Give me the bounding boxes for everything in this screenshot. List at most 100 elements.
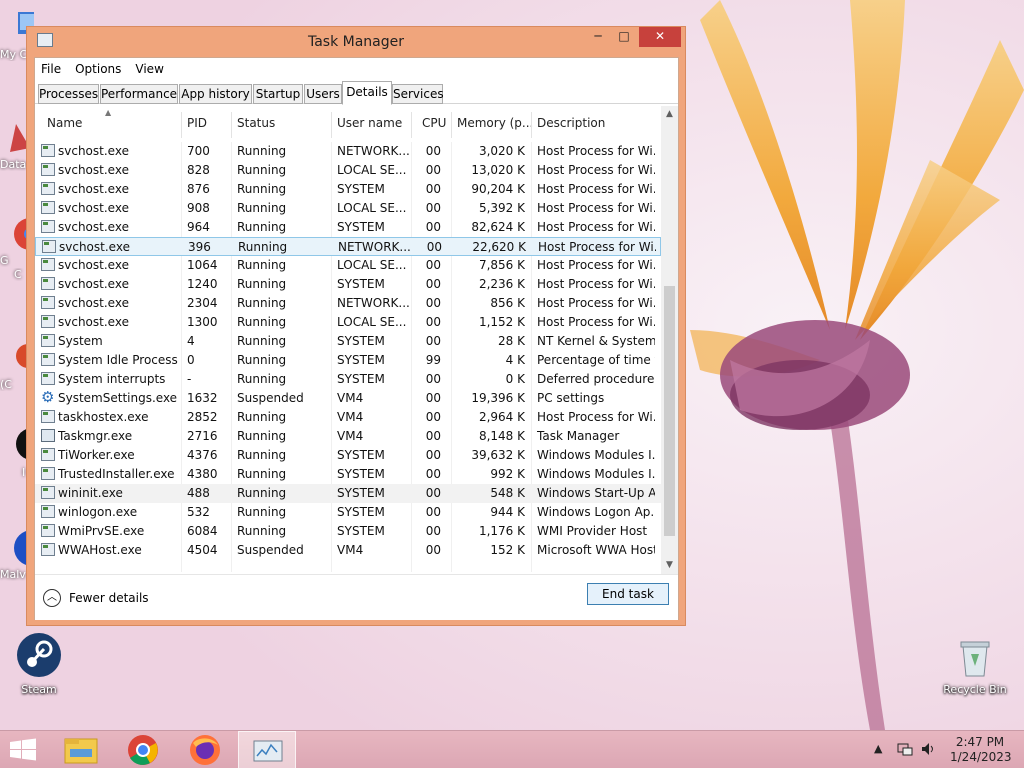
process-name: System — [58, 334, 103, 348]
table-row[interactable]: WmiPrvSE.exe 6084 Running SYSTEM 00 1,176 K WM… — [35, 522, 661, 541]
table-row[interactable]: wininit.exe 488 Running SYSTEM 00 548 K Window… — [35, 484, 661, 503]
table-row[interactable]: taskhostex.exe 2852 Running VM4 00 2,964 K Hos… — [35, 408, 661, 427]
process-memory: 1,152 K — [478, 315, 525, 329]
column-header-memory[interactable]: Memory (p... — [457, 116, 533, 130]
start-button[interactable] — [0, 731, 58, 768]
minimize-button[interactable]: ─ — [585, 27, 611, 47]
column-divider[interactable] — [331, 112, 332, 138]
system-clock[interactable]: 2:47 PM 1/24/2023 — [950, 735, 1012, 765]
table-row[interactable]: svchost.exe 828 Running LOCAL SE... 00 13,020… — [35, 161, 661, 180]
vertical-scrollbar[interactable]: ▲ ▼ — [661, 106, 678, 574]
close-button[interactable]: ✕ — [639, 27, 681, 47]
firefox-icon — [190, 735, 220, 765]
table-row[interactable]: svchost.exe 1300 Running LOCAL SE... 00 1,152… — [35, 313, 661, 332]
table-row[interactable]: svchost.exe 1240 Running SYSTEM 00 2,236 K Hos… — [35, 275, 661, 294]
process-name: svchost.exe — [58, 277, 129, 291]
process-status: Running — [237, 144, 287, 158]
table-row[interactable]: System Idle Process 0 Running SYSTEM 99 4 K Pe… — [35, 351, 661, 370]
process-description: Host Process for Wi... — [537, 163, 655, 177]
table-row[interactable]: svchost.exe 2304 Running NETWORK... 00 856 K H… — [35, 294, 661, 313]
process-memory: 8,148 K — [478, 429, 525, 443]
table-row[interactable]: svchost.exe 964 Running SYSTEM 00 82,624 K Hos… — [35, 218, 661, 237]
fewer-details-button[interactable]: ︿ Fewer details — [43, 587, 149, 609]
desktop-icon-label: C — [14, 268, 22, 281]
tab-users[interactable]: Users — [304, 84, 342, 104]
process-pid: 876 — [187, 182, 210, 196]
tab-processes[interactable]: Processes — [38, 84, 99, 104]
process-memory: 944 K — [490, 505, 525, 519]
process-status: Running — [237, 277, 287, 291]
table-row[interactable]: WWAHost.exe 4504 Suspended VM4 00 152 K Micros… — [35, 541, 661, 560]
taskbar-chrome[interactable] — [114, 731, 172, 768]
network-icon[interactable] — [897, 741, 913, 768]
application-icon — [41, 524, 55, 537]
taskbar-firefox[interactable] — [176, 731, 234, 768]
process-cpu: 00 — [425, 505, 441, 519]
desktop-icon-recycle-bin[interactable]: Recycle Bin — [938, 638, 1012, 696]
end-task-button[interactable]: End task — [587, 583, 669, 605]
process-user: SYSTEM — [337, 353, 385, 367]
taskbar-file-explorer[interactable] — [52, 731, 110, 768]
table-row[interactable]: TiWorker.exe 4376 Running SYSTEM 00 39,632 K W… — [35, 446, 661, 465]
menu-view[interactable]: View — [135, 62, 163, 76]
process-cpu: 00 — [425, 277, 441, 291]
process-name: svchost.exe — [58, 182, 129, 196]
scroll-down-icon[interactable]: ▼ — [661, 557, 678, 574]
scrollbar-thumb[interactable] — [664, 286, 675, 536]
title-bar[interactable]: Task Manager ─ □ ✕ — [27, 27, 685, 57]
column-divider[interactable] — [451, 112, 452, 138]
table-row[interactable]: ⚙ SystemSettings.exe 1632 Suspended VM4 00 19,… — [35, 389, 661, 408]
tab-services[interactable]: Services — [392, 84, 444, 104]
application-icon — [41, 144, 55, 157]
scroll-up-icon[interactable]: ▲ — [661, 106, 678, 123]
tab-startup[interactable]: Startup — [253, 84, 303, 104]
column-header-description[interactable]: Description — [537, 116, 605, 130]
tab-performance[interactable]: Performance — [100, 84, 178, 104]
process-status: Running — [237, 372, 287, 386]
column-divider[interactable] — [531, 112, 532, 138]
menu-file[interactable]: File — [41, 62, 61, 76]
process-description: Windows Logon Ap... — [537, 505, 655, 519]
taskbar-task-manager[interactable] — [238, 731, 296, 768]
table-row[interactable]: svchost.exe 908 Running LOCAL SE... 00 5,392 … — [35, 199, 661, 218]
column-header-name[interactable]: Name — [47, 116, 82, 130]
maximize-button[interactable]: □ — [611, 27, 637, 47]
table-row[interactable]: TrustedInstaller.exe 4380 Running SYSTEM 00 9… — [35, 465, 661, 484]
process-memory: 152 K — [490, 543, 525, 557]
table-row[interactable]: Taskmgr.exe 2716 Running VM4 00 8,148 K Task M… — [35, 427, 661, 446]
column-divider[interactable] — [231, 112, 232, 138]
column-header-pid[interactable]: PID — [187, 116, 207, 130]
tab-details[interactable]: Details — [342, 81, 392, 105]
show-hidden-icons-icon[interactable]: ▲ — [874, 742, 882, 768]
process-memory: 13,020 K — [471, 163, 525, 177]
process-description: Host Process for Wi... — [537, 220, 655, 234]
volume-icon[interactable] — [920, 741, 936, 768]
client-area: File Options View Processes Performance … — [34, 57, 679, 620]
process-memory: 856 K — [490, 296, 525, 310]
column-header-cpu[interactable]: CPU — [422, 116, 446, 130]
tab-app-history[interactable]: App history — [179, 84, 252, 104]
column-header-status[interactable]: Status — [237, 116, 275, 130]
footer-bar: ︿ Fewer details End task — [35, 574, 678, 620]
process-cpu: 00 — [425, 448, 441, 462]
process-status: Suspended — [237, 391, 304, 405]
process-description: Windows Modules I... — [537, 467, 655, 481]
table-row[interactable]: svchost.exe 1064 Running LOCAL SE... 00 7,856… — [35, 256, 661, 275]
menu-options[interactable]: Options — [75, 62, 121, 76]
table-row[interactable]: svchost.exe 396 Running NETWORK... 00 22,620 … — [35, 237, 661, 256]
process-user: SYSTEM — [337, 448, 385, 462]
application-icon — [41, 372, 55, 385]
process-status: Running — [237, 524, 287, 538]
column-divider[interactable] — [181, 112, 182, 138]
table-row[interactable]: System 4 Running SYSTEM 00 28 K NT Kernel & Sy… — [35, 332, 661, 351]
process-memory: 992 K — [490, 467, 525, 481]
table-row[interactable]: svchost.exe 876 Running SYSTEM 00 90,204 K Hos… — [35, 180, 661, 199]
table-row[interactable]: System interrupts - Running SYSTEM 00 0 K Defe… — [35, 370, 661, 389]
table-row[interactable]: svchost.exe 700 Running NETWORK... 00 3,020 K… — [35, 142, 661, 161]
process-status: Suspended — [237, 543, 304, 557]
process-memory: 4 K — [505, 353, 525, 367]
column-divider[interactable] — [411, 112, 412, 138]
table-row[interactable]: winlogon.exe 532 Running SYSTEM 00 944 K Windo… — [35, 503, 661, 522]
desktop-icon-steam[interactable]: Steam — [10, 632, 68, 696]
column-header-user-name[interactable]: User name — [337, 116, 402, 130]
